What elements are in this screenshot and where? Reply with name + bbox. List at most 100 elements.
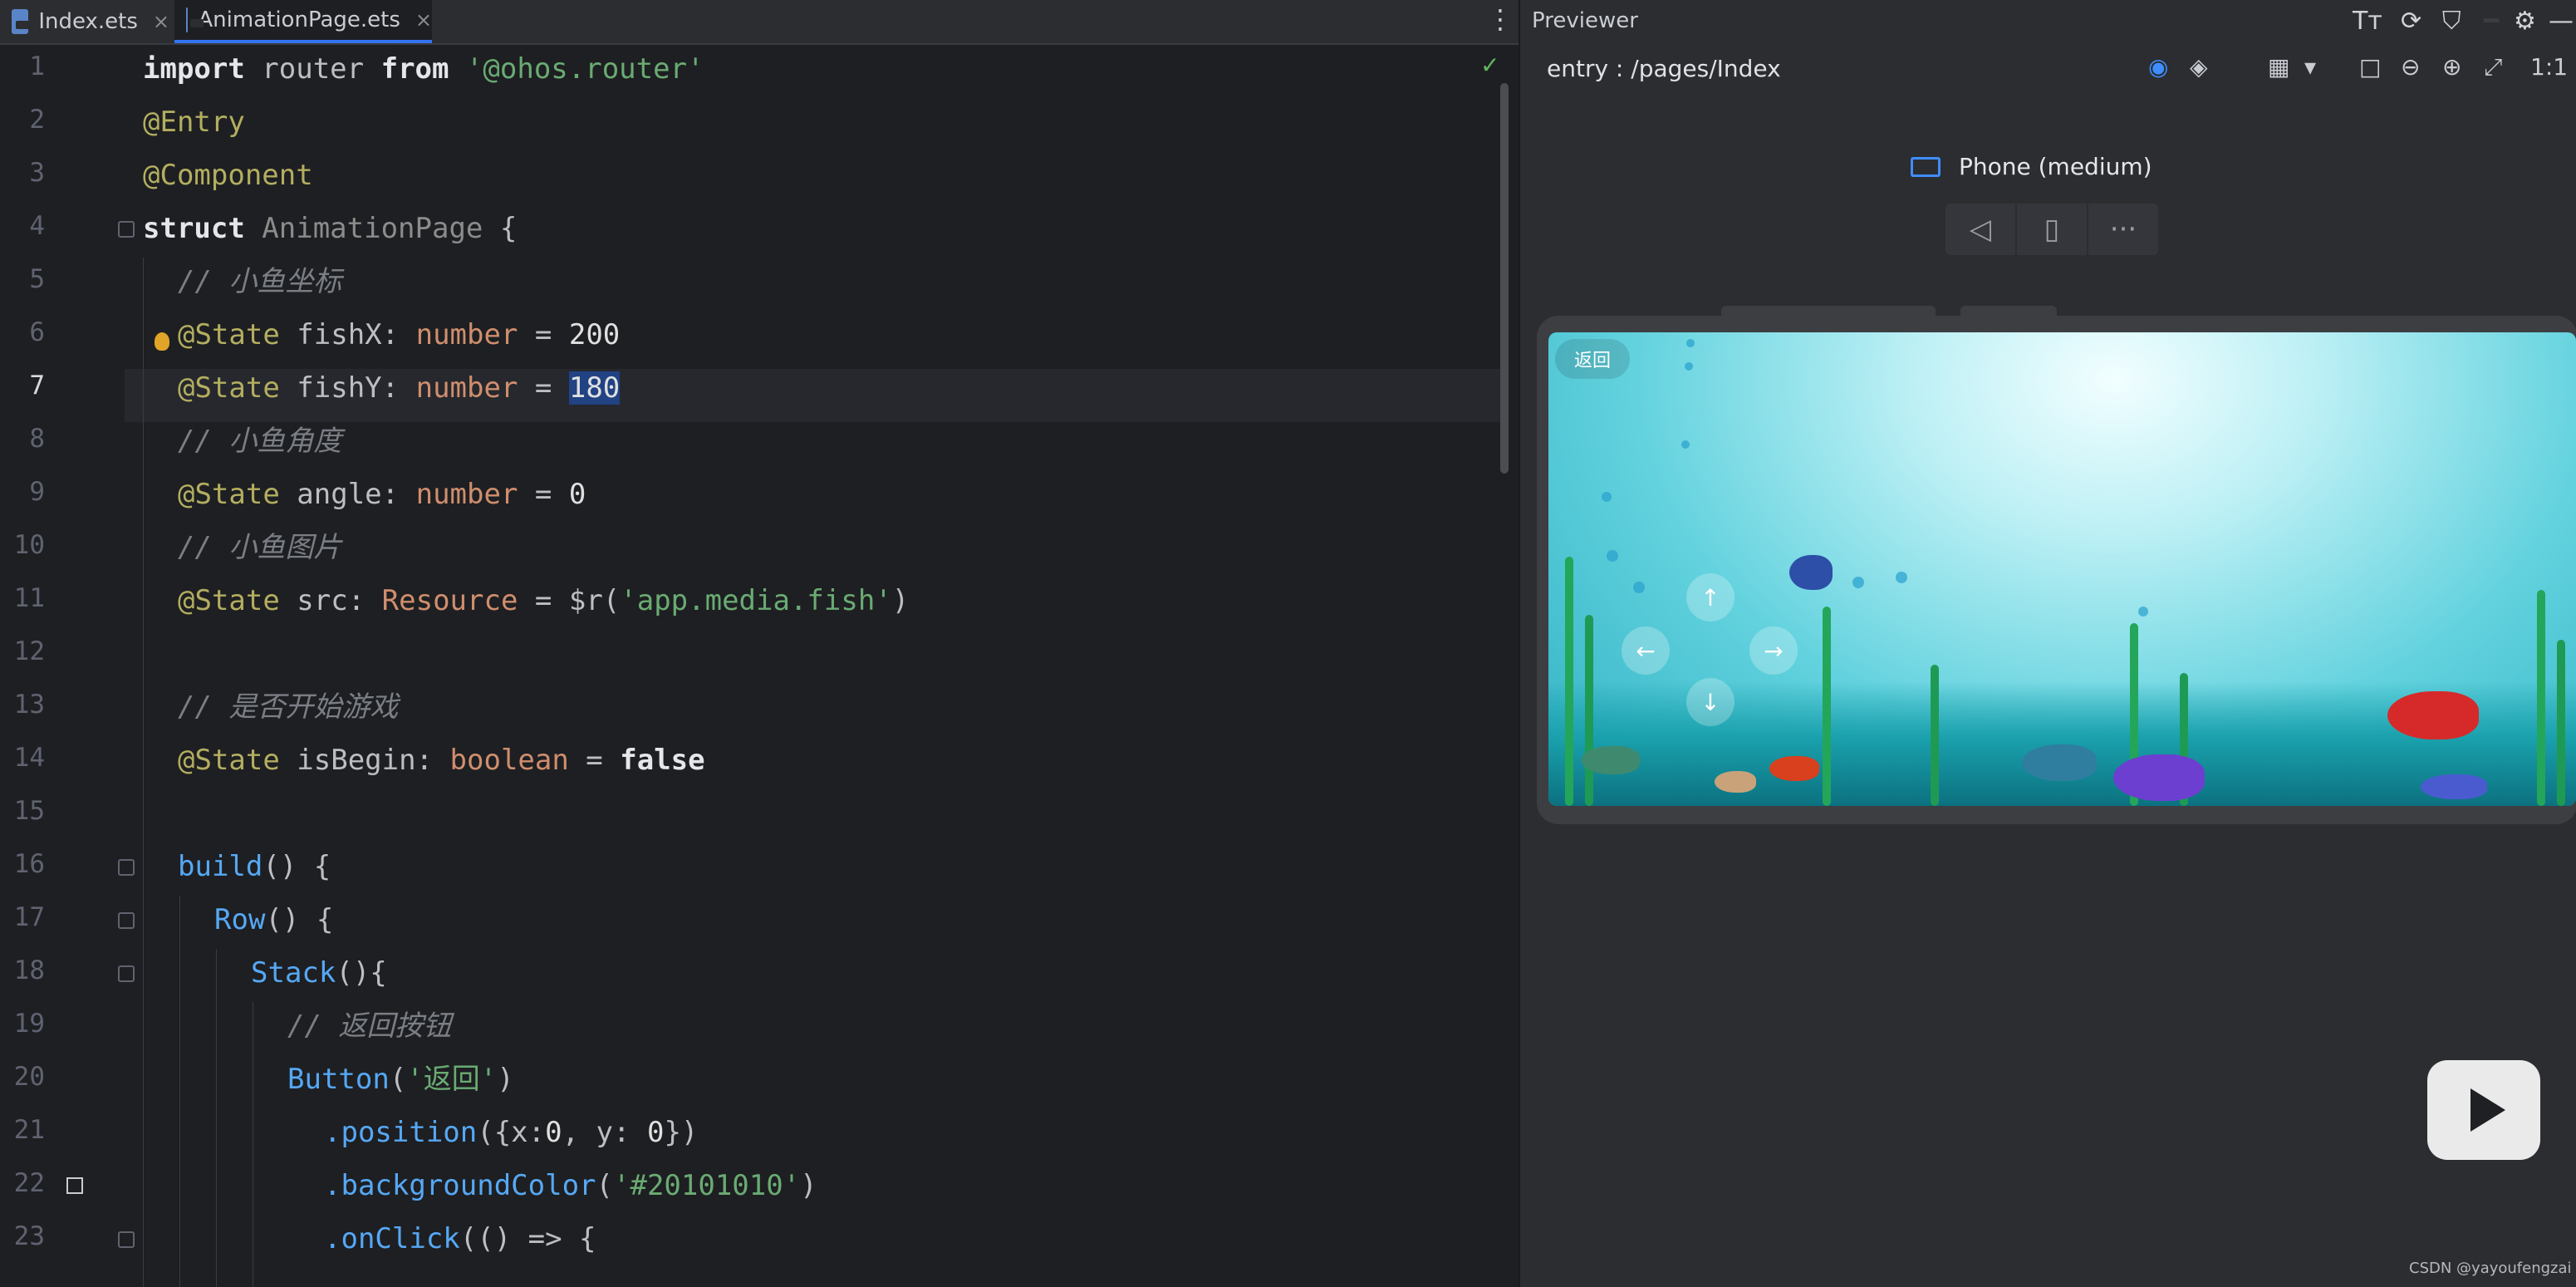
token: import [143,52,245,86]
token: ) [891,584,910,617]
token: = [518,318,569,351]
move-right-button[interactable]: → [1749,626,1798,675]
fit-screen-icon[interactable]: □ [2359,53,2381,81]
tab-label: AnimationPage.ets [198,7,400,32]
purple-fish-image [2113,754,2205,801]
code-line-7: @State fishY: number = 180 [178,362,621,414]
close-icon[interactable]: × [153,10,169,33]
token: number [415,478,518,511]
token: (() => { [459,1222,596,1255]
bubble-image [1607,550,1618,562]
move-up-button[interactable]: ↑ [1686,573,1735,621]
previewer-panel: Previewer Tт ⟳ ⛉ ━ ⚙ — entry : /pages/In… [1519,0,2576,1287]
token: // 小鱼图片 [178,531,342,564]
green-fish-image [1582,746,1640,774]
bubble-image [1896,572,1907,583]
move-left-button[interactable]: ← [1622,626,1670,675]
close-icon[interactable]: × [415,8,432,32]
token: build [178,850,263,883]
token: { [499,212,518,245]
back-button[interactable]: 返回 [1555,339,1630,379]
token: 200 [568,318,621,351]
seaweed-image [2537,590,2545,806]
token: ( [389,1063,407,1096]
token: (){ [336,956,387,990]
tab-index-ets[interactable]: Index.ets × [12,0,169,43]
token: // 返回按钮 [287,1009,452,1043]
code-line-18: Stack(){ [251,947,387,999]
token: // 小鱼坐标 [178,265,342,298]
token: @State [178,478,280,511]
device-selector[interactable]: Phone (medium) [1911,153,2152,180]
token: angle: [279,478,416,511]
bubble-image [1852,577,1864,588]
orange-fish-image [1769,756,1819,781]
bubble-image [1681,440,1690,449]
bubble-image [1633,582,1645,593]
back-icon[interactable]: ◁ [1945,204,2017,255]
rotate-icon[interactable]: ▯ [2017,204,2088,255]
token: '@ohos.router' [449,52,704,86]
bubble-image [1686,339,1695,347]
inspector-icon[interactable]: ⛉ [2442,7,2461,36]
previewer-header: Previewer Tт ⟳ ⛉ ━ ⚙ — [1520,0,2576,43]
editor-scrollbar[interactable] [1500,83,1509,474]
selected-token: 180 [568,371,621,405]
token: $r( [568,584,621,617]
token: Row [214,903,266,936]
zoom-out-icon[interactable]: ⊖ [2401,53,2420,81]
ets-file-icon [12,9,30,34]
bubble-image [2138,607,2148,616]
small-fish-image [2421,774,2487,799]
token: isBegin: [279,744,450,777]
watermark-text: CSDN @yayoufengzai [2409,1260,2572,1277]
code-line-5: // 小鱼坐标 [178,256,341,307]
code-line-23: .onClick(() => { [324,1213,596,1265]
more-icon[interactable]: ··· [2088,204,2158,255]
token: , y: [562,1116,647,1149]
player-fish-image [1789,555,1833,590]
code-line-8: // 小鱼角度 [178,415,341,467]
refresh-icon[interactable]: ⟳ [2401,7,2421,36]
layers-icon[interactable]: ◈ [2190,53,2208,81]
token: () { [265,903,334,936]
actual-size-icon[interactable]: 1:1 [2530,53,2568,81]
move-down-button[interactable]: ↓ [1686,678,1735,726]
token: @State [178,744,280,777]
code-editor-panel: Index.ets × AnimationPage.ets × ⋮ 1 2 3 … [0,0,1519,1287]
token: fishX: [279,318,416,351]
token: .backgroundColor [324,1169,596,1202]
tab-animationpage-ets[interactable]: AnimationPage.ets × [174,0,432,43]
token: 0 [646,1116,665,1149]
code-area[interactable]: import router from '@ohos.router' @Entry… [0,43,1504,1287]
token: @State [178,371,280,405]
seaweed-image [1585,615,1593,806]
code-line-4: struct AnimationPage { [143,203,517,254]
font-size-icon[interactable]: Tт [2353,7,2382,36]
game-screen[interactable]: 返回 ↑ ← → ↓ [1548,332,2576,806]
more-options-icon[interactable]: ⋮ [1487,3,1514,35]
token: ) [800,1169,817,1202]
token: @Entry [143,106,245,139]
token: number [415,318,518,351]
code-line-11: @State src: Resource = $r('app.media.fis… [178,575,909,626]
zoom-in-icon[interactable]: ⊕ [2442,53,2461,81]
code-line-20: Button('返回') [287,1054,514,1105]
token: fishY: [279,371,416,405]
expand-icon[interactable]: ⤢ [2484,53,2502,81]
inspect-mode-icon[interactable]: ◉ [2148,53,2168,81]
token: AnimationPage [244,212,500,245]
token: @Component [143,159,313,192]
multi-device-icon[interactable]: ▦ [2268,53,2289,81]
minimize-icon[interactable]: — [2549,7,2574,36]
token: struct [143,212,245,245]
token: Button [287,1063,390,1096]
phone-frame: 返回 ↑ ← → ↓ [1537,306,2576,824]
gear-icon[interactable]: ⚙ [2514,7,2536,36]
chevron-down-icon[interactable]: ▾ [2304,53,2316,81]
code-line-1: import router from '@ohos.router' [143,43,704,95]
editor-tab-bar: Index.ets × AnimationPage.ets × ⋮ [0,0,1519,45]
token: ) [497,1063,514,1096]
token: @State [178,318,280,351]
previewer-title: Previewer [1532,8,1638,33]
